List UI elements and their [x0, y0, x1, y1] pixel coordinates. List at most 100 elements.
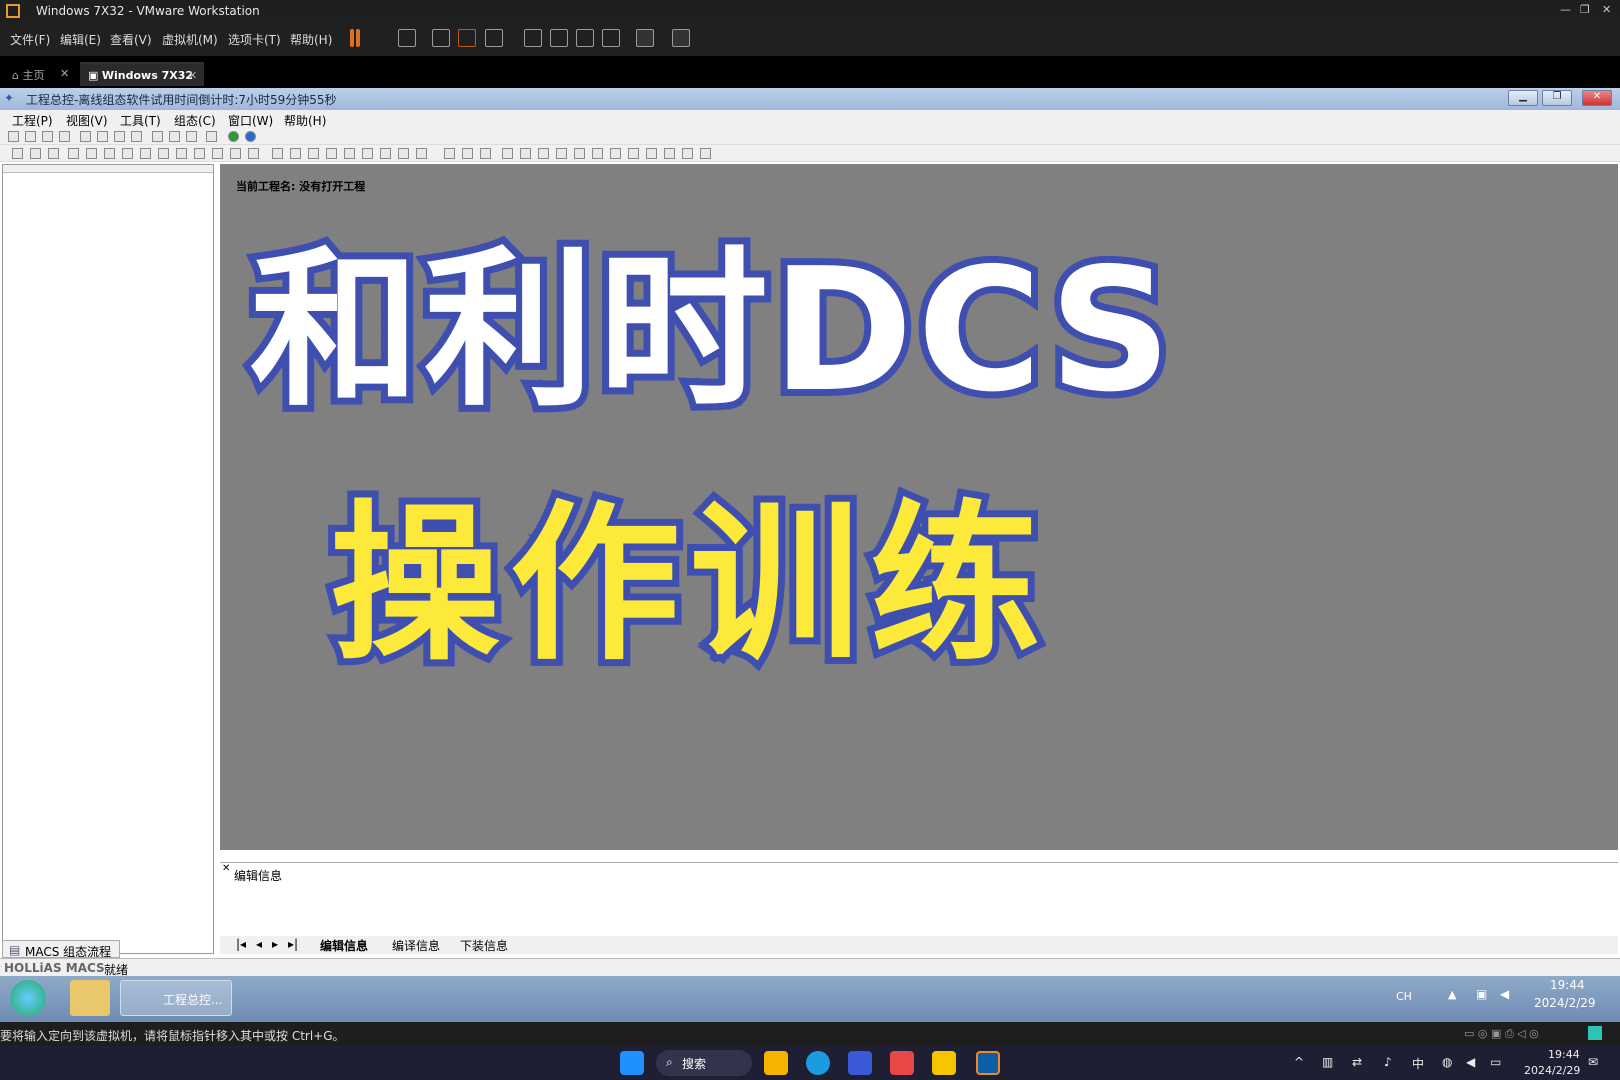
cube-icon[interactable] — [158, 148, 169, 159]
save-icon[interactable] — [80, 131, 91, 142]
import-icon[interactable] — [480, 148, 491, 159]
lock-icon[interactable] — [248, 148, 259, 159]
tab-edit-info[interactable]: 编辑信息 — [320, 937, 368, 954]
guest-clock-time[interactable]: 19:44 — [1550, 978, 1585, 992]
volume-icon[interactable]: ◀ — [1466, 1055, 1475, 1069]
screen-icon[interactable] — [610, 148, 621, 159]
menu-project[interactable]: 工程(P) — [12, 112, 53, 129]
guest-screen[interactable]: ✦ 工程总控-离线组态软件试用时间倒计时:7小时59分钟55秒 ▁ ❐ ✕ 工程… — [0, 88, 1620, 1022]
last-page-icon[interactable]: ▸| — [288, 937, 298, 951]
rows-icon[interactable] — [362, 148, 373, 159]
grid-icon[interactable] — [308, 148, 319, 159]
app-red-icon[interactable] — [890, 1051, 914, 1075]
menu-view[interactable]: 查看(V) — [110, 31, 152, 48]
explorer-icon[interactable] — [70, 980, 110, 1016]
doc-icon[interactable] — [230, 148, 241, 159]
app-close-button[interactable]: ✕ — [1582, 90, 1612, 106]
menu-vm[interactable]: 虚拟机(M) — [162, 31, 218, 48]
tab-home[interactable]: ⌂ 主页 ✕ — [4, 62, 76, 86]
tab-download-info[interactable]: 下装信息 — [460, 937, 508, 954]
microphone-icon[interactable]: ♪ — [1384, 1055, 1392, 1069]
snapshot-manager-icon[interactable] — [485, 29, 503, 47]
tab-macs-config-flow[interactable]: ▤ MACS 组态流程 — [2, 940, 120, 959]
close-icon[interactable]: ✕ — [188, 69, 197, 82]
menu-tools[interactable]: 工具(T) — [120, 112, 161, 129]
notification-icon[interactable] — [1588, 1026, 1602, 1040]
settings-icon[interactable] — [152, 131, 163, 142]
bars-icon[interactable] — [212, 148, 223, 159]
list-icon[interactable] — [122, 148, 133, 159]
guest-clock-date[interactable]: 2024/2/29 — [1534, 996, 1596, 1010]
copy-icon[interactable] — [97, 131, 108, 142]
sheet-icon[interactable] — [646, 148, 657, 159]
menu-edit[interactable]: 编辑(E) — [60, 31, 101, 48]
close-icon[interactable]: ✕ — [222, 863, 230, 874]
info-icon[interactable] — [245, 131, 256, 142]
console-view-icon[interactable] — [636, 29, 654, 47]
stack-icon[interactable] — [628, 148, 639, 159]
tray-settings-icon[interactable]: ⇄ — [1352, 1055, 1362, 1069]
search-box[interactable]: ⌕ 搜索 — [656, 1050, 752, 1076]
calendar-icon[interactable] — [682, 148, 693, 159]
wrench-icon[interactable] — [700, 148, 711, 159]
tray-expand-icon[interactable]: ^ — [1294, 1055, 1304, 1069]
table-icon[interactable] — [326, 148, 337, 159]
app-minimize-button[interactable]: ▁ — [1508, 90, 1538, 106]
panel-icon[interactable] — [520, 148, 531, 159]
minimize-icon[interactable]: — — [1560, 3, 1571, 16]
globe-icon[interactable]: ◍ — [1442, 1055, 1452, 1069]
tab-windows-7x32[interactable]: ▣ Windows 7X32 ✕ — [80, 62, 204, 86]
snapshot-icon[interactable] — [432, 29, 450, 47]
arrow-icon[interactable] — [444, 148, 455, 159]
first-page-icon[interactable]: |◂ — [236, 937, 246, 951]
user-icon[interactable] — [206, 131, 217, 142]
link-icon[interactable] — [176, 148, 187, 159]
battery-icon[interactable]: ▭ — [1490, 1055, 1501, 1069]
menu-help[interactable]: 帮助(H) — [290, 31, 332, 48]
shape-icon[interactable] — [272, 148, 283, 159]
volume-icon[interactable]: ◀ — [1500, 987, 1509, 1001]
file-explorer-icon[interactable] — [764, 1051, 788, 1075]
show-library-icon[interactable] — [524, 29, 542, 47]
ime-indicator[interactable]: 中 — [1412, 1055, 1424, 1072]
app-restore-button[interactable]: ❐ — [1542, 90, 1572, 106]
fullscreen-icon[interactable] — [576, 29, 594, 47]
window-icon[interactable] — [140, 148, 151, 159]
page-icon[interactable] — [104, 148, 115, 159]
workspace-canvas[interactable]: 当前工程名: 没有打开工程 和利时DCS 操作训练 — [220, 164, 1618, 850]
thumbnail-bar-icon[interactable] — [550, 29, 568, 47]
revert-snapshot-icon[interactable] — [458, 29, 476, 47]
help-icon[interactable] — [228, 131, 239, 142]
align-icon[interactable] — [538, 148, 549, 159]
layout-icon[interactable] — [416, 148, 427, 159]
frame-icon[interactable] — [502, 148, 513, 159]
prev-page-icon[interactable]: ◂ — [256, 937, 262, 951]
windows-start-icon[interactable] — [620, 1051, 644, 1075]
cut-icon[interactable] — [30, 148, 41, 159]
lang-indicator[interactable]: CH — [1396, 990, 1412, 1003]
unity-icon[interactable] — [602, 29, 620, 47]
vmware-taskbar-icon[interactable] — [976, 1051, 1000, 1075]
stretch-guest-icon[interactable] — [672, 29, 690, 47]
host-clock-date[interactable]: 2024/2/29 — [1524, 1064, 1580, 1077]
network-icon[interactable]: ▣ — [1476, 987, 1487, 1001]
tag-icon[interactable] — [398, 148, 409, 159]
network-icon[interactable] — [186, 131, 197, 142]
zoom-icon[interactable] — [290, 148, 301, 159]
taskbar-app-project-control[interactable]: 工程总控... — [120, 980, 232, 1016]
drive-icon[interactable] — [194, 148, 205, 159]
restore-icon[interactable]: ❐ — [1580, 3, 1590, 16]
monitor-icon[interactable] — [131, 131, 142, 142]
menu-view[interactable]: 视图(V) — [66, 112, 108, 129]
tray-app-icon[interactable]: ▥ — [1322, 1055, 1333, 1069]
close-icon[interactable]: ✕ — [1602, 3, 1611, 16]
edit-icon[interactable] — [68, 148, 79, 159]
export-icon[interactable] — [462, 148, 473, 159]
mail-icon[interactable] — [848, 1051, 872, 1075]
device-status-icons[interactable]: ▭ ◎ ▣ ⎙ ◁ ◎ — [1464, 1027, 1539, 1041]
columns-icon[interactable] — [344, 148, 355, 159]
new-file-icon[interactable] — [8, 131, 19, 142]
open-folder-icon[interactable] — [25, 131, 36, 142]
compile-icon[interactable] — [169, 131, 180, 142]
undo-icon[interactable] — [12, 148, 23, 159]
